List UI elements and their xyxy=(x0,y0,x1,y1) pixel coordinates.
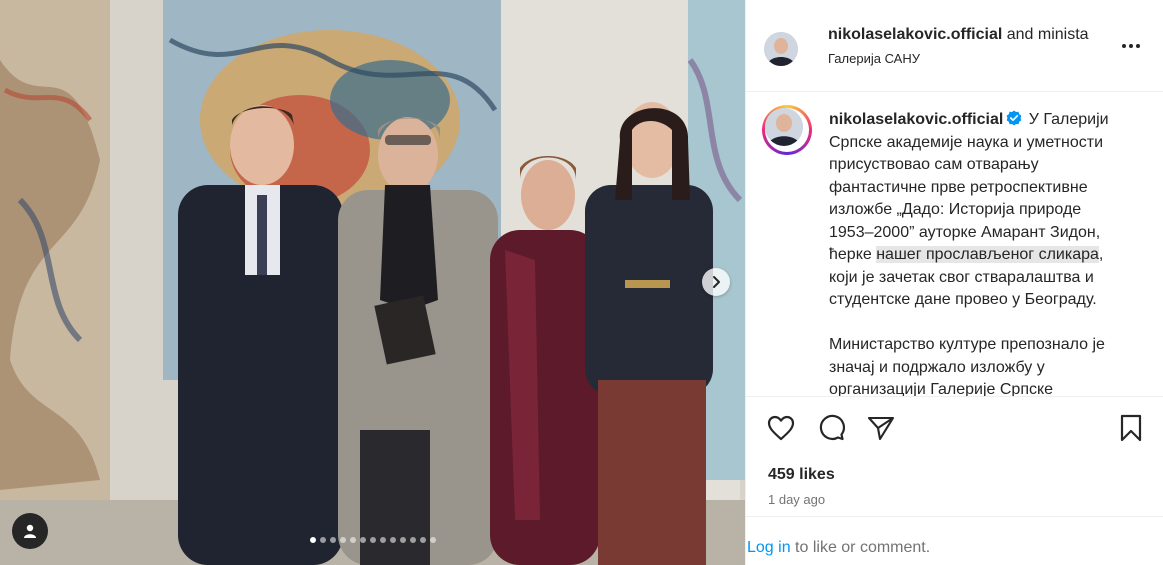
next-image-button[interactable] xyxy=(702,268,730,296)
carousel-dot xyxy=(359,537,366,543)
caption-paragraph-2: Министарство културе препознало је знача… xyxy=(829,336,1105,396)
caption-area: nikolaselakovic.official У Галерији Српс… xyxy=(746,93,1163,396)
more-options-icon[interactable] xyxy=(1119,36,1143,56)
carousel-dot xyxy=(379,537,386,543)
login-link[interactable]: Log in xyxy=(747,539,791,556)
gallery-photo-image xyxy=(0,0,745,565)
send-icon xyxy=(867,416,895,441)
avatar[interactable] xyxy=(764,32,798,66)
carousel-indicator xyxy=(0,537,745,543)
post-date[interactable]: 1 day ago xyxy=(768,492,825,507)
comment-icon xyxy=(819,414,845,441)
verified-badge-icon xyxy=(1006,110,1022,126)
comment-button[interactable] xyxy=(816,413,846,443)
caption-username[interactable]: nikolaselakovic.official xyxy=(829,111,1003,128)
post-sidebar: nikolaselakovic.official and minista Гал… xyxy=(745,0,1163,565)
collab-text[interactable]: and minista xyxy=(1007,26,1089,43)
story-ring[interactable] xyxy=(762,105,812,155)
carousel-dot xyxy=(429,537,436,543)
save-button[interactable] xyxy=(1116,413,1146,443)
carousel-dot xyxy=(349,537,356,543)
carousel-dot xyxy=(419,537,426,543)
carousel-dot xyxy=(369,537,376,543)
carousel-dot xyxy=(399,537,406,543)
like-button[interactable] xyxy=(766,413,796,443)
post-header: nikolaselakovic.official and minista Гал… xyxy=(746,0,1163,92)
post-location[interactable]: Галерија САНУ xyxy=(828,51,920,66)
share-button[interactable] xyxy=(866,413,896,443)
chevron-right-icon xyxy=(713,276,720,288)
heart-icon xyxy=(767,415,795,441)
post-caption: nikolaselakovic.official У Галерији Српс… xyxy=(829,109,1129,396)
carousel-dot xyxy=(309,537,316,543)
profile-photo-icon xyxy=(765,108,803,146)
tagged-users-button[interactable] xyxy=(12,513,48,549)
caption-text-1: У Галерији Српске академије наука и умет… xyxy=(829,111,1109,263)
carousel-dot xyxy=(319,537,326,543)
post-actions: 459 likes 1 day ago Log in to like or co… xyxy=(746,396,1163,564)
like-count[interactable]: 459 likes xyxy=(768,466,835,484)
bookmark-icon xyxy=(1120,414,1142,442)
profile-photo-icon xyxy=(764,32,798,66)
caption-highlight: нашег прослављеног сликара xyxy=(876,246,1099,263)
post-author-line: nikolaselakovic.official and minista xyxy=(828,26,1089,44)
post-photo[interactable] xyxy=(0,0,745,565)
login-prompt: Log in to like or comment. xyxy=(746,516,1163,564)
login-prompt-text: to like or comment. xyxy=(790,539,931,556)
author-username[interactable]: nikolaselakovic.official xyxy=(828,26,1002,43)
carousel-dot xyxy=(329,537,336,543)
caption-avatar xyxy=(765,108,803,146)
carousel-dot xyxy=(409,537,416,543)
carousel-dot xyxy=(389,537,396,543)
carousel-dot xyxy=(339,537,346,543)
